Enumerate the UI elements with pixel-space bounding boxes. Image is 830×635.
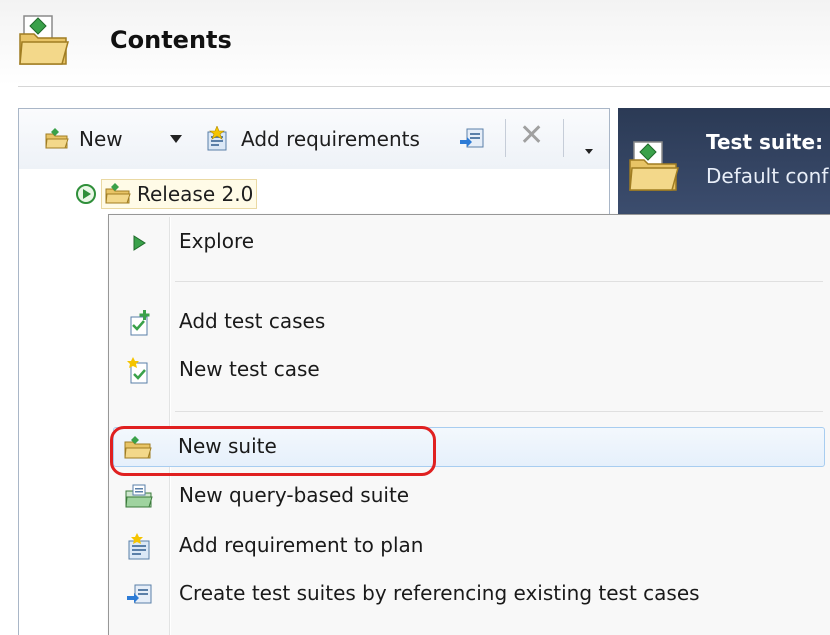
menu-item-create-referencing-suites[interactable]: Create test suites by referencing existi…: [111, 575, 830, 613]
menu-separator: [175, 281, 823, 282]
menu-item-label: Add requirement to plan: [179, 533, 424, 557]
reference-suites-icon[interactable]: [459, 125, 485, 153]
menu-item-new-test-case[interactable]: New test case: [111, 351, 830, 389]
menu-item-label: Explore: [179, 229, 255, 253]
page-title: Contents: [110, 26, 232, 54]
menu-item-label: Create test suites by referencing existi…: [179, 581, 700, 605]
tree-toolbar: New Add requirements ✕: [19, 109, 609, 169]
suite-folder-icon: [629, 141, 679, 191]
delete-icon[interactable]: ✕: [519, 121, 544, 151]
play-icon: [133, 235, 146, 251]
new-suite-icon: [45, 128, 69, 149]
add-test-cases-icon: [130, 310, 150, 336]
menu-item-label: New query-based suite: [179, 483, 410, 507]
tree-row-release[interactable]: Release 2.0: [75, 179, 258, 209]
tree-item-release[interactable]: Release 2.0: [101, 179, 258, 209]
menu-item-label: Add test cases: [179, 309, 326, 333]
toolbar-separator: [505, 119, 506, 157]
menu-item-explore[interactable]: Explore: [111, 223, 830, 261]
add-requirements-icon: [207, 126, 227, 151]
menu-item-add-test-cases[interactable]: Add test cases: [111, 303, 830, 341]
tree-item-label: Release 2.0: [137, 182, 254, 206]
add-requirements-label: Add requirements: [241, 127, 420, 151]
contents-header: Contents: [0, 0, 830, 86]
add-requirements-button[interactable]: Add requirements: [205, 125, 420, 153]
suite-configuration: Default conf: [706, 164, 829, 188]
overflow-icon[interactable]: [585, 147, 593, 155]
menu-item-new-query-suite[interactable]: New query-based suite: [111, 477, 830, 515]
query-suite-icon: [125, 484, 153, 508]
new-test-case-icon: [127, 357, 148, 384]
toolbar-separator: [563, 119, 564, 157]
menu-item-label: New test case: [179, 357, 320, 381]
add-requirement-icon: [128, 533, 150, 560]
new-button-label: New: [79, 127, 123, 151]
suite-folder-icon: [105, 183, 131, 204]
reference-suites-icon: [127, 584, 152, 604]
suite-details-panel: Test suite: Default conf: [618, 108, 830, 216]
dropdown-arrow-icon[interactable]: [169, 133, 183, 145]
suite-title: Test suite:: [706, 130, 824, 154]
menu-item-add-requirement[interactable]: Add requirement to plan: [111, 527, 830, 565]
new-button[interactable]: New: [45, 125, 123, 153]
annotation-highlight-ring: [110, 426, 436, 476]
menu-separator: [175, 411, 823, 412]
header-divider: [18, 86, 830, 87]
context-menu: Explore Add test cases New test case New…: [108, 214, 830, 635]
expand-run-icon[interactable]: [75, 183, 97, 205]
folder-suite-icon: [19, 15, 69, 65]
